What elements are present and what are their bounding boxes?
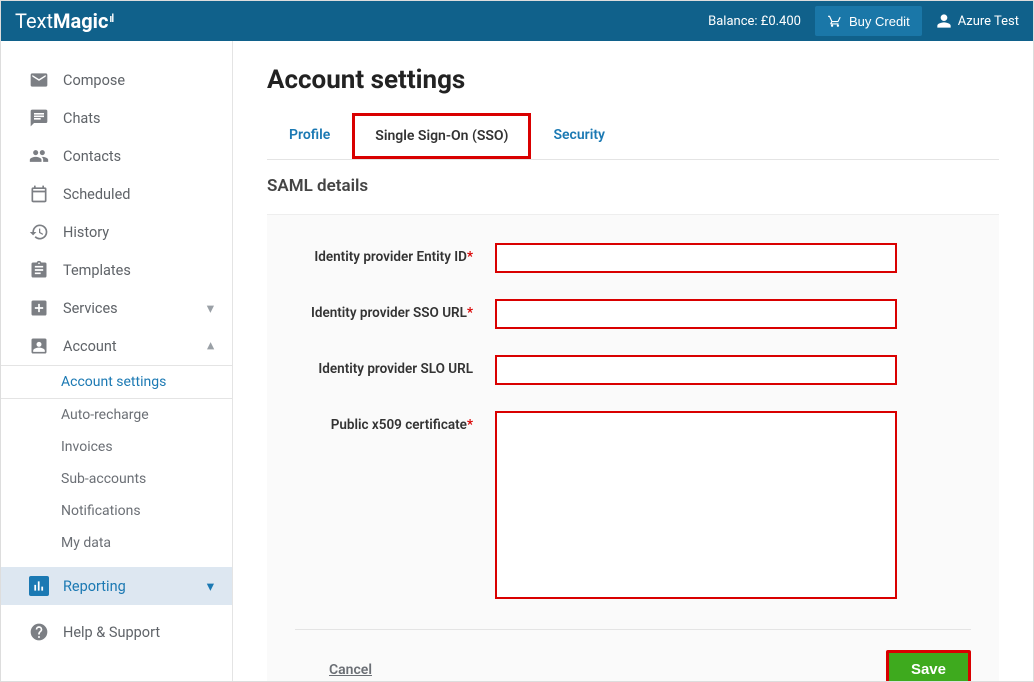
sidebar-item-label: Reporting	[63, 578, 126, 595]
sidebar-item-contacts[interactable]: Contacts	[1, 137, 232, 175]
help-icon	[29, 622, 49, 642]
sidebar-nav: Compose Chats Contacts Scheduled History…	[1, 41, 233, 681]
sidebar-item-chats[interactable]: Chats	[1, 99, 232, 137]
brand-text-1: Text	[15, 9, 53, 33]
save-button[interactable]: Save	[886, 650, 971, 681]
balance-label: Balance: £0.400	[708, 14, 801, 29]
sidebar-item-history[interactable]: History	[1, 213, 232, 251]
sidebar-sub-account-settings[interactable]: Account settings	[1, 365, 232, 399]
cancel-button[interactable]: Cancel	[329, 662, 372, 678]
cert-textarea[interactable]	[495, 411, 897, 599]
chat-icon	[29, 108, 49, 128]
sidebar-item-help[interactable]: Help & Support	[1, 613, 232, 651]
sidebar-item-templates[interactable]: Templates	[1, 251, 232, 289]
sidebar-sub-my-data[interactable]: My data	[1, 527, 232, 559]
brand-signal-icon: ıl	[109, 12, 113, 25]
sidebar-item-label: Account	[63, 338, 117, 355]
contacts-icon	[29, 146, 49, 166]
slo-url-input[interactable]	[495, 355, 897, 385]
tab-sso[interactable]: Single Sign-On (SSO)	[352, 113, 531, 159]
sidebar-item-reporting[interactable]: Reporting ▾	[1, 567, 232, 605]
sidebar-sub-auto-recharge[interactable]: Auto-recharge	[1, 399, 232, 431]
user-menu[interactable]: Azure Test	[936, 13, 1019, 29]
form-actions: Cancel Save	[295, 629, 971, 681]
sidebar-item-label: Services	[63, 300, 118, 317]
sidebar-sub-sub-accounts[interactable]: Sub-accounts	[1, 463, 232, 495]
sidebar-sub-invoices[interactable]: Invoices	[1, 431, 232, 463]
brand-logo[interactable]: TextMagicıl	[15, 9, 113, 33]
app-header: TextMagicıl Balance: £0.400 Buy Credit A…	[1, 1, 1033, 41]
entity-id-input[interactable]	[495, 243, 897, 273]
page-title: Account settings	[267, 65, 999, 95]
sso-url-input[interactable]	[495, 299, 897, 329]
cert-label: Public x509 certificate*	[295, 411, 495, 433]
sidebar-item-label: Compose	[63, 72, 125, 89]
buy-credit-label: Buy Credit	[849, 14, 910, 29]
brand-text-2: Magic	[53, 9, 108, 33]
tab-security[interactable]: Security	[531, 113, 627, 159]
sidebar-item-label: Contacts	[63, 148, 121, 165]
sidebar-item-compose[interactable]: Compose	[1, 61, 232, 99]
entity-id-label: Identity provider Entity ID*	[295, 243, 495, 265]
clipboard-icon	[29, 260, 49, 280]
buy-credit-button[interactable]: Buy Credit	[815, 6, 922, 36]
sidebar-item-account[interactable]: Account ▾	[1, 327, 232, 365]
sidebar-sub-notifications[interactable]: Notifications	[1, 495, 232, 527]
sidebar-item-label: History	[63, 224, 109, 241]
sidebar-item-label: Chats	[63, 110, 101, 127]
chevron-down-icon: ▾	[207, 300, 214, 317]
sidebar-item-label: Templates	[63, 262, 131, 279]
sso-url-label: Identity provider SSO URL*	[295, 299, 495, 321]
saml-form: Identity provider Entity ID* Identity pr…	[267, 214, 999, 681]
person-icon	[936, 13, 952, 29]
sidebar-item-label: Help & Support	[63, 624, 160, 641]
slo-url-label: Identity provider SLO URL	[295, 355, 495, 377]
sidebar-item-label: Scheduled	[63, 186, 130, 203]
compose-icon	[29, 70, 49, 90]
tab-profile[interactable]: Profile	[267, 113, 352, 159]
user-name: Azure Test	[958, 14, 1019, 29]
sidebar-item-services[interactable]: Services ▾	[1, 289, 232, 327]
bar-chart-icon	[29, 576, 49, 596]
settings-tabs: Profile Single Sign-On (SSO) Security	[267, 113, 999, 160]
plus-box-icon	[29, 298, 49, 318]
chevron-down-icon: ▾	[207, 578, 214, 595]
sidebar-item-scheduled[interactable]: Scheduled	[1, 175, 232, 213]
calendar-icon	[29, 184, 49, 204]
cart-icon	[827, 13, 843, 29]
main-content: Account settings Profile Single Sign-On …	[233, 41, 1033, 681]
history-icon	[29, 222, 49, 242]
account-box-icon	[29, 336, 49, 356]
chevron-up-icon: ▾	[207, 338, 214, 355]
section-title: SAML details	[267, 176, 999, 196]
